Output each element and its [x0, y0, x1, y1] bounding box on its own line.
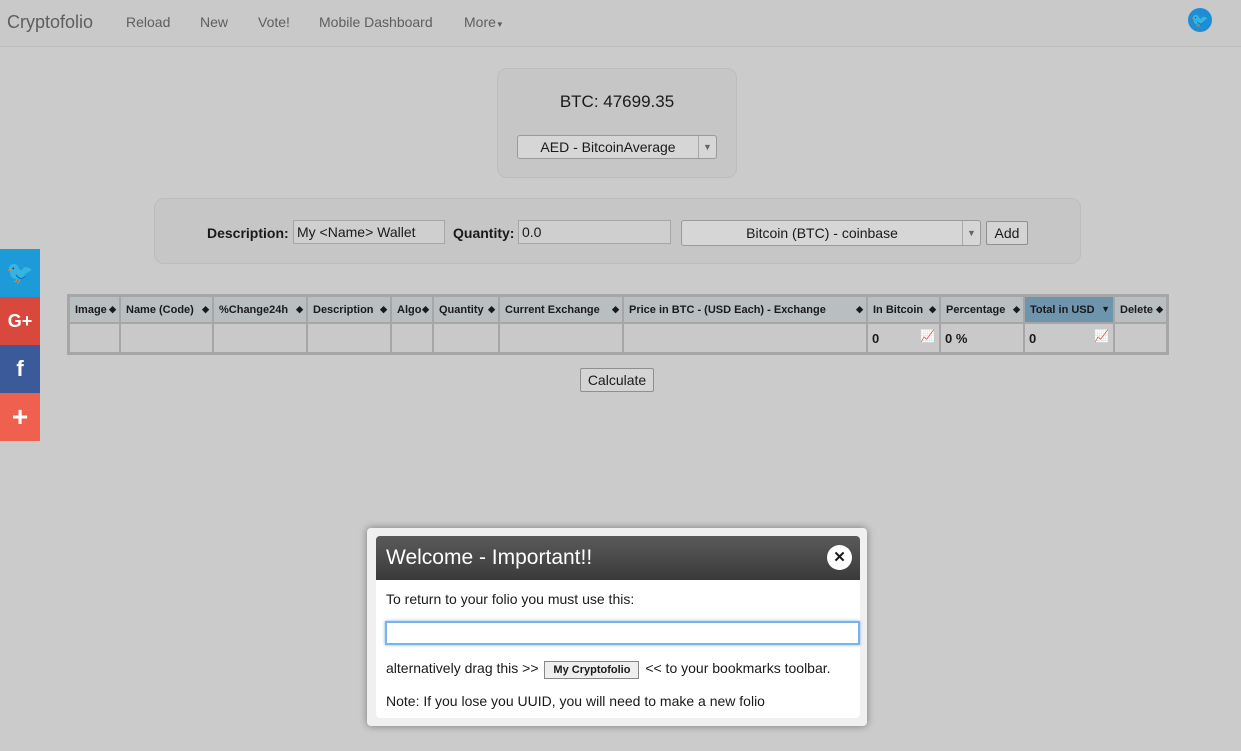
sort-desc-icon: ▼	[1101, 304, 1110, 314]
sort-icon: ◆	[296, 304, 303, 314]
sort-icon: ◆	[422, 304, 429, 314]
google-plus-share-icon[interactable]: G+	[0, 297, 40, 345]
navbar: Cryptofolio Reload New Vote! Mobile Dash…	[0, 0, 1241, 47]
welcome-modal: Welcome - Important!! ✕ To return to you…	[367, 528, 867, 726]
chevron-down-icon: ▼	[698, 136, 716, 158]
total-in-usd: 0 📈	[1025, 324, 1113, 352]
quantity-input[interactable]: 0.0	[518, 220, 671, 244]
chevron-down-icon: ▼	[962, 221, 980, 245]
share-plus-icon[interactable]: +	[0, 393, 40, 441]
sort-icon: ◆	[929, 304, 936, 314]
btc-price: BTC: 47699.35	[559, 92, 675, 111]
add-coin-form: Description: My <Name> Wallet Quantity: …	[154, 198, 1081, 264]
sort-icon: ◆	[612, 304, 619, 314]
header-description[interactable]: Description ◆	[308, 297, 390, 322]
line-chart-icon[interactable]: 📈	[920, 329, 935, 343]
sort-icon: ◆	[380, 304, 387, 314]
sort-icon: ◆	[1013, 304, 1020, 314]
caret-down-icon: ▼	[495, 20, 504, 29]
total-in-bitcoin: 0 📈	[868, 324, 939, 352]
calculate-button[interactable]: Calculate	[580, 368, 654, 392]
header-algo[interactable]: Algo ◆	[392, 297, 432, 322]
modal-instruction: To return to your folio you must use thi…	[386, 591, 635, 607]
table-header-row: Image ◆ Name (Code) ◆ %Change24h ◆ Descript…	[70, 297, 1166, 322]
modal-title: Welcome - Important!!	[386, 546, 593, 569]
sort-icon: ◆	[109, 304, 116, 314]
close-icon[interactable]: ✕	[827, 545, 852, 570]
btc-panel: BTC: 47699.35 AED - BitcoinAverage ▼	[497, 68, 737, 178]
nav-more-label: More	[464, 14, 496, 30]
header-delete[interactable]: Delete ◆	[1115, 297, 1166, 322]
header-in-bitcoin[interactable]: In Bitcoin ◆	[868, 297, 939, 322]
twitter-icon[interactable]: 🐦	[1188, 8, 1212, 32]
facebook-share-icon[interactable]: f	[0, 345, 40, 393]
bookmark-line: alternatively drag this >> My Cryptofoli…	[386, 660, 831, 679]
table-row: 0 📈 0 % 0 📈	[70, 324, 1166, 352]
coin-select[interactable]: Bitcoin (BTC) - coinbase ▼	[681, 220, 981, 246]
header-price-btc[interactable]: Price in BTC - (USD Each) - Exchange ◆	[624, 297, 866, 322]
sort-icon: ◆	[488, 304, 495, 314]
header-change24h[interactable]: %Change24h ◆	[214, 297, 306, 322]
sort-icon: ◆	[202, 304, 209, 314]
description-input[interactable]: My <Name> Wallet	[293, 220, 445, 244]
total-percentage: 0 %	[941, 324, 1023, 352]
quantity-label: Quantity:	[453, 225, 515, 241]
nav-new[interactable]: New	[200, 14, 228, 30]
header-percentage[interactable]: Percentage ◆	[941, 297, 1023, 322]
modal-header: Welcome - Important!! ✕	[376, 536, 860, 580]
currency-select-value: AED - BitcoinAverage	[540, 139, 676, 155]
uuid-input[interactable]	[385, 621, 860, 645]
nav-vote[interactable]: Vote!	[258, 14, 290, 30]
currency-select[interactable]: AED - BitcoinAverage ▼	[517, 135, 717, 159]
uuid-note: Note: If you lose you UUID, you will nee…	[386, 693, 765, 709]
modal-body: To return to your folio you must use thi…	[376, 580, 860, 718]
sort-icon: ◆	[1156, 304, 1163, 314]
header-quantity[interactable]: Quantity ◆	[434, 297, 498, 322]
brand-link[interactable]: Cryptofolio	[7, 12, 93, 33]
sort-icon: ◆	[856, 304, 863, 314]
header-image[interactable]: Image ◆	[70, 297, 119, 322]
line-chart-icon[interactable]: 📈	[1094, 329, 1109, 343]
nav-mobile-dashboard[interactable]: Mobile Dashboard	[319, 14, 433, 30]
header-total-usd[interactable]: Total in USD ▼	[1025, 297, 1113, 322]
header-name[interactable]: Name (Code) ◆	[121, 297, 212, 322]
portfolio-table: Image ◆ Name (Code) ◆ %Change24h ◆ Descript…	[67, 294, 1169, 355]
twitter-share-icon[interactable]: 🐦	[0, 249, 40, 297]
coin-select-value: Bitcoin (BTC) - coinbase	[746, 225, 898, 241]
add-button[interactable]: Add	[986, 221, 1028, 245]
nav-reload[interactable]: Reload	[126, 14, 170, 30]
header-current-exchange[interactable]: Current Exchange ◆	[500, 297, 622, 322]
nav-more[interactable]: More▼	[464, 14, 504, 30]
description-label: Description:	[207, 225, 289, 241]
my-cryptofolio-bookmark-button[interactable]: My Cryptofolio	[544, 661, 640, 679]
